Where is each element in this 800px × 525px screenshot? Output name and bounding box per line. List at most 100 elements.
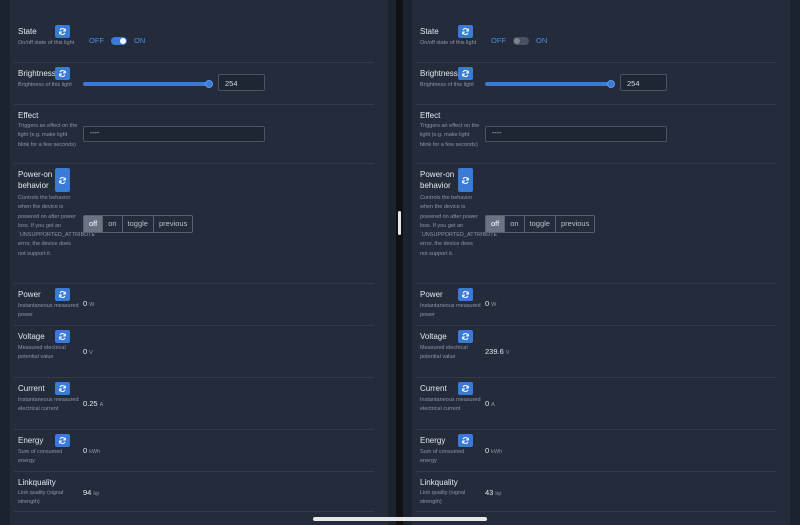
brightness-slider[interactable] [83, 80, 213, 88]
voltage-name: Voltage [420, 332, 447, 341]
refresh-icon [462, 385, 469, 392]
refresh-icon [59, 437, 66, 444]
current-name: Current [18, 384, 45, 393]
power-on-behavior-description: Controls the behavior when the device is… [18, 195, 97, 257]
refresh-icon [59, 176, 66, 184]
voltage-refresh-button[interactable] [458, 330, 473, 343]
state-name: State [18, 27, 37, 36]
current-value: 0A [485, 399, 495, 408]
state-row: State On/off state of this light OFF ON [14, 0, 374, 63]
refresh-icon [462, 437, 469, 444]
brightness-name: Brightness [420, 69, 458, 78]
power-on-behavior-refresh-button[interactable] [458, 168, 473, 192]
power-on-option-previous[interactable]: previous [555, 216, 595, 232]
linkquality-name: Linkquality [18, 478, 56, 487]
refresh-icon [462, 291, 469, 298]
state-on-label: ON [536, 36, 548, 45]
brightness-input[interactable]: 254 [218, 74, 265, 91]
device-exposes-pane-left: State On/off state of this light OFF ON … [10, 0, 388, 525]
brightness-input[interactable]: 254 [620, 74, 667, 91]
refresh-icon [59, 70, 66, 77]
current-refresh-button[interactable] [55, 382, 70, 395]
state-description: On/off state of this light [18, 40, 75, 46]
power-on-behavior-options: off on toggle previous [83, 215, 194, 233]
power-refresh-button[interactable] [55, 288, 70, 301]
power-on-option-off[interactable]: off [84, 216, 104, 232]
brightness-description: Brightness of this light [18, 82, 72, 88]
switch-knob [514, 37, 520, 44]
power-on-option-on[interactable]: on [505, 216, 525, 232]
refresh-icon [59, 385, 66, 392]
linkquality-description: Link quality (signal strength) [18, 490, 64, 506]
power-on-behavior-name: Power-on behavior [420, 170, 455, 190]
power-on-option-previous[interactable]: previous [153, 216, 193, 232]
power-description: Instantaneous measured power [18, 303, 79, 319]
effect-description: Triggers an effect on the light (e.g. ma… [420, 123, 480, 148]
power-on-behavior-options: off on toggle previous [485, 215, 596, 233]
current-refresh-button[interactable] [458, 382, 473, 395]
effect-name: Effect [420, 111, 441, 120]
energy-value: 0 kWh [485, 446, 503, 455]
switch-knob [120, 37, 126, 44]
power-on-option-toggle[interactable]: toggle [524, 216, 556, 232]
state-refresh-button[interactable] [55, 25, 70, 38]
energy-refresh-button[interactable] [458, 434, 473, 447]
effect-select[interactable]: ---- [83, 126, 265, 142]
voltage-description: Measured electrical potential value [420, 345, 468, 361]
energy-name: Energy [420, 436, 446, 445]
brightness-refresh-button[interactable] [458, 67, 473, 80]
brightness-refresh-button[interactable] [55, 67, 70, 80]
energy-description: Sum of consumed energy [18, 449, 63, 465]
linkquality-description: Link quality (signal strength) [420, 490, 466, 506]
state-row: State On/off state of this light OFF ON [416, 0, 776, 63]
effect-select[interactable]: ---- [485, 126, 667, 142]
power-value: 0W [83, 299, 95, 308]
brightness-description: Brightness of this light [420, 82, 474, 88]
refresh-icon [462, 176, 469, 184]
state-toggle[interactable]: OFF ON [491, 36, 547, 45]
linkquality-value: 43 lqi [485, 488, 501, 497]
refresh-icon [59, 333, 66, 340]
power-on-option-toggle[interactable]: toggle [122, 216, 154, 232]
current-name: Current [420, 384, 447, 393]
current-value: 0.25 A [83, 399, 104, 408]
brightness-slider-thumb[interactable] [607, 80, 615, 88]
refresh-icon [59, 28, 66, 35]
refresh-icon [462, 28, 469, 35]
effect-description: Triggers an effect on the light (e.g. ma… [18, 123, 78, 148]
brightness-slider-thumb[interactable] [205, 80, 213, 88]
voltage-name: Voltage [18, 332, 45, 341]
state-switch[interactable] [111, 36, 127, 45]
voltage-refresh-button[interactable] [55, 330, 70, 343]
state-name: State [420, 27, 439, 36]
split-view-divider[interactable] [396, 0, 403, 525]
state-description: On/off state of this light [420, 40, 477, 46]
power-refresh-button[interactable] [458, 288, 473, 301]
power-on-behavior-description: Controls the behavior when the device is… [420, 195, 499, 257]
refresh-icon [462, 70, 469, 77]
home-indicator[interactable] [313, 517, 487, 521]
brightness-slider[interactable] [485, 80, 615, 88]
refresh-icon [462, 333, 469, 340]
current-description: Instantaneous measured electrical curren… [420, 397, 481, 413]
energy-value: 0 kWh [83, 446, 101, 455]
voltage-value: 239.6 V [485, 347, 510, 356]
power-description: Instantaneous measured power [420, 303, 481, 319]
state-off-label: OFF [89, 36, 104, 45]
power-on-option-on[interactable]: on [103, 216, 123, 232]
split-view-handle[interactable] [398, 211, 401, 235]
energy-description: Sum of consumed energy [420, 449, 465, 465]
state-refresh-button[interactable] [458, 25, 473, 38]
voltage-description: Measured electrical potential value [18, 345, 66, 361]
power-on-option-off[interactable]: off [486, 216, 506, 232]
power-name: Power [18, 290, 41, 299]
power-name: Power [420, 290, 443, 299]
energy-refresh-button[interactable] [55, 434, 70, 447]
power-on-behavior-refresh-button[interactable] [55, 168, 70, 192]
power-on-behavior-name: Power-on behavior [18, 170, 53, 190]
state-on-label: ON [134, 36, 146, 45]
state-switch[interactable] [513, 36, 529, 45]
refresh-icon [59, 291, 66, 298]
state-toggle[interactable]: OFF ON [89, 36, 145, 45]
linkquality-name: Linkquality [420, 478, 458, 487]
